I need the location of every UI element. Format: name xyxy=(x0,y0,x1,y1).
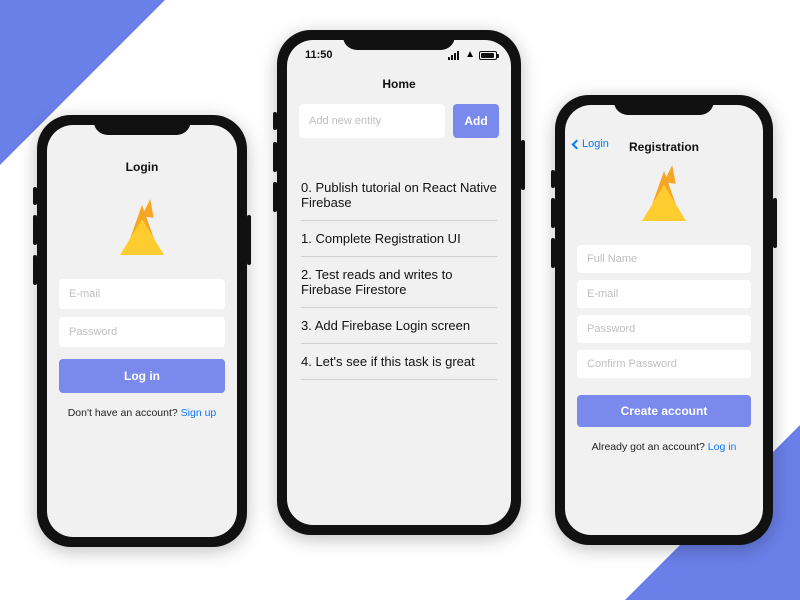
login-hint: Already got an account? Log in xyxy=(577,441,751,453)
page-title: Registration xyxy=(629,140,699,154)
add-button[interactable]: Add xyxy=(453,104,499,138)
list-item[interactable]: 0. Publish tutorial on React Native Fire… xyxy=(301,170,497,220)
divider xyxy=(301,379,497,380)
login-button[interactable]: Log in xyxy=(59,359,225,393)
login-hint-text: Already got an account? xyxy=(592,441,708,453)
back-button[interactable]: Login xyxy=(573,138,609,150)
power-button xyxy=(247,215,251,265)
volume-up-button xyxy=(33,215,37,245)
chevron-left-icon xyxy=(572,139,582,149)
add-entity-input[interactable] xyxy=(309,115,435,127)
entity-list: 0. Publish tutorial on React Native Fire… xyxy=(287,170,511,380)
navbar: Login Registration xyxy=(565,133,763,161)
volume-down-button xyxy=(33,255,37,285)
status-bar: 11:50 ▲ xyxy=(287,40,511,70)
fullname-field-wrap[interactable] xyxy=(577,245,751,273)
volume-up-button xyxy=(273,142,277,172)
signup-hint: Don't have an account? Sign up xyxy=(59,407,225,419)
page-title: Login xyxy=(126,160,159,174)
confirm-password-field[interactable] xyxy=(587,358,741,370)
mute-switch xyxy=(273,112,277,130)
login-link[interactable]: Log in xyxy=(708,441,737,453)
wifi-icon: ▲ xyxy=(465,50,475,60)
fullname-field[interactable] xyxy=(587,253,741,265)
battery-icon xyxy=(479,51,497,60)
firebase-logo-icon xyxy=(640,165,688,227)
volume-down-button xyxy=(551,238,555,268)
email-field[interactable] xyxy=(69,288,215,300)
navbar: Login xyxy=(47,153,237,181)
back-label: Login xyxy=(582,138,609,150)
list-item[interactable]: 4. Let's see if this task is great xyxy=(301,344,497,379)
email-field-wrap[interactable] xyxy=(577,280,751,308)
mute-switch xyxy=(33,187,37,205)
create-account-button[interactable]: Create account xyxy=(577,395,751,427)
mute-switch xyxy=(551,170,555,188)
list-item[interactable]: 3. Add Firebase Login screen xyxy=(301,308,497,343)
phone-registration: Login Registration xyxy=(555,95,773,545)
list-item[interactable]: 1. Complete Registration UI xyxy=(301,221,497,256)
firebase-logo-icon xyxy=(118,199,166,261)
navbar: Home xyxy=(287,70,511,98)
password-field[interactable] xyxy=(69,326,215,338)
email-field-wrap[interactable] xyxy=(59,279,225,309)
signup-hint-text: Don't have an account? xyxy=(68,407,181,419)
power-button xyxy=(521,140,525,190)
password-field[interactable] xyxy=(587,323,741,335)
phone-home: 11:50 ▲ Home Add 0. Publish tutorial on … xyxy=(277,30,521,535)
list-item[interactable]: 2. Test reads and writes to Firebase Fir… xyxy=(301,257,497,307)
status-time: 11:50 xyxy=(305,49,333,61)
volume-up-button xyxy=(551,198,555,228)
power-button xyxy=(773,198,777,248)
phone-login: Login Log in Don't have an account? Sign… xyxy=(37,115,247,547)
signup-link[interactable]: Sign up xyxy=(181,407,217,419)
add-entity-field-wrap[interactable] xyxy=(299,104,445,138)
password-field-wrap[interactable] xyxy=(577,315,751,343)
password-field-wrap[interactable] xyxy=(59,317,225,347)
email-field[interactable] xyxy=(587,288,741,300)
volume-down-button xyxy=(273,182,277,212)
page-title: Home xyxy=(382,77,415,91)
cellular-signal-icon xyxy=(448,51,461,60)
confirm-password-field-wrap[interactable] xyxy=(577,350,751,378)
